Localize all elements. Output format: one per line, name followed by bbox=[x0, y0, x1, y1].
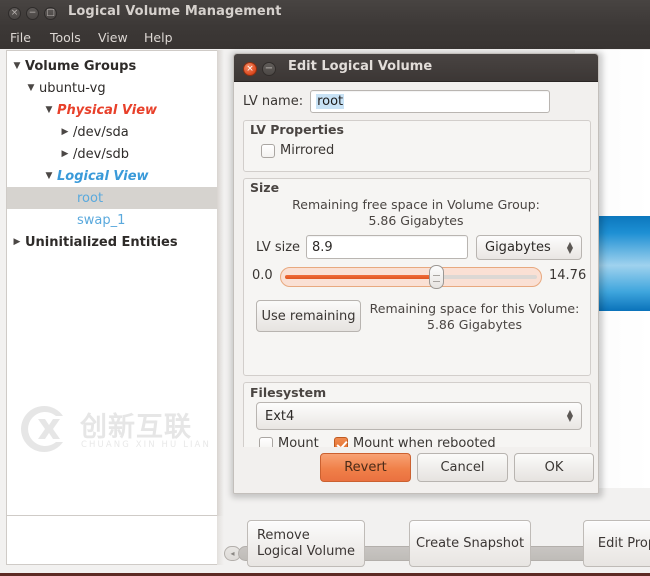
main-window-titlebar: × − □ Logical Volume Management bbox=[0, 0, 650, 28]
revert-label: Revert bbox=[344, 460, 387, 475]
filesystem-type-select[interactable]: Ext4 ▲ ▼ bbox=[256, 402, 582, 430]
volume-usage-bar bbox=[599, 216, 650, 311]
tree-panel-lower-edge bbox=[217, 516, 224, 565]
mirrored-checkbox-row[interactable]: Mirrored bbox=[261, 143, 334, 158]
mirrored-checkbox[interactable] bbox=[261, 143, 275, 158]
lv-size-value: 8.9 bbox=[312, 239, 333, 255]
chevron-right-icon[interactable]: ▶ bbox=[11, 237, 23, 247]
mirrored-label: Mirrored bbox=[280, 143, 335, 158]
action-button-create-snapshot[interactable]: Create Snapshot bbox=[409, 520, 531, 567]
action-button-edit-prop[interactable]: Edit Prop bbox=[583, 520, 650, 567]
window-maximize-button[interactable]: □ bbox=[44, 7, 57, 20]
tree-item-label: Logical View bbox=[57, 168, 149, 184]
lv-size-input[interactable]: 8.9 bbox=[306, 235, 468, 259]
slider-handle[interactable] bbox=[429, 265, 444, 289]
ok-button[interactable]: OK bbox=[514, 453, 594, 482]
slider-max-label: 14.76 bbox=[549, 268, 587, 283]
chevron-right-icon[interactable]: ▶ bbox=[59, 127, 71, 137]
tree-item-label: Volume Groups bbox=[25, 58, 137, 74]
size-title: Size bbox=[250, 180, 280, 195]
menu-item-view[interactable]: View bbox=[96, 30, 130, 45]
tree-item-uninitialized-entities[interactable]: ▶ Uninitialized Entities bbox=[7, 231, 217, 253]
tree-item-label: swap_1 bbox=[77, 212, 126, 228]
chevron-down-icon[interactable]: ▼ bbox=[43, 105, 55, 115]
action-button-label: Edit Prop bbox=[597, 535, 650, 551]
volume-tree-panel[interactable]: ▼ Volume Groups ▼ ubuntu-vg ▼ Physical View ▶ /… bbox=[6, 50, 217, 516]
dialog-title: Edit Logical Volume bbox=[288, 59, 433, 74]
action-button-remove-logical-volume[interactable]: Remove Logical Volume bbox=[247, 520, 365, 567]
action-button-label: Remove Logical Volume bbox=[256, 527, 356, 559]
remaining-vg-line1: Remaining free space in Volume Group: bbox=[292, 197, 540, 212]
dialog-footer: Revert Cancel OK bbox=[234, 447, 598, 493]
tree-item-label: /dev/sdb bbox=[73, 146, 129, 162]
menu-item-file[interactable]: File bbox=[8, 30, 33, 45]
filesystem-spinner-arrows-icon[interactable]: ▲ ▼ bbox=[567, 409, 573, 423]
slider-min-label: 0.0 bbox=[252, 268, 273, 283]
lv-name-row: LV name: root bbox=[243, 90, 551, 113]
chevron-down-icon[interactable]: ▼ bbox=[43, 171, 55, 181]
tree-item-ubuntu-vg[interactable]: ▼ ubuntu-vg bbox=[7, 77, 217, 99]
edit-logical-volume-dialog: × − Edit Logical Volume LV name: root LV… bbox=[233, 53, 599, 494]
screen: × − □ Logical Volume Management File Too… bbox=[0, 0, 650, 576]
tree-item-dev-sda[interactable]: ▶/dev/sda bbox=[7, 121, 217, 143]
tree-item-root[interactable]: root bbox=[7, 187, 217, 209]
menu-bar: File Tools View Help bbox=[0, 27, 650, 49]
tree-item-label: root bbox=[77, 190, 104, 206]
tree-panel-edge bbox=[217, 50, 224, 516]
size-unit-value: Gigabytes bbox=[485, 240, 551, 255]
action-button-label: Create Snapshot bbox=[415, 535, 525, 551]
revert-button[interactable]: Revert bbox=[320, 453, 411, 482]
dialog-titlebar: × − Edit Logical Volume bbox=[234, 54, 598, 82]
chevron-right-icon[interactable]: ▶ bbox=[59, 149, 71, 159]
ok-label: OK bbox=[544, 460, 564, 475]
window-close-button[interactable]: × bbox=[8, 7, 21, 20]
tree-item-label: /dev/sda bbox=[73, 124, 129, 140]
spinner-arrows-icon[interactable]: ▲ ▼ bbox=[567, 240, 573, 254]
filesystem-title: Filesystem bbox=[250, 385, 327, 400]
chevron-down-icon[interactable]: ▼ bbox=[11, 61, 23, 71]
size-unit-spinner[interactable]: Gigabytes ▲ ▼ bbox=[476, 235, 582, 260]
lv-name-input[interactable]: root bbox=[310, 90, 551, 113]
lv-size-slider[interactable] bbox=[280, 265, 542, 289]
lv-properties-title: LV Properties bbox=[250, 122, 344, 137]
remaining-vol-line1: Remaining space for this Volume: bbox=[369, 301, 580, 316]
tree-item-physical-view[interactable]: ▼ Physical View bbox=[7, 99, 217, 121]
use-remaining-label: Use remaining bbox=[261, 308, 356, 324]
remaining-vg-line2: 5.86 Gigabytes bbox=[368, 213, 464, 228]
cancel-label: Cancel bbox=[440, 460, 485, 475]
tree-item-volume-groups[interactable]: ▼ Volume Groups bbox=[7, 55, 217, 77]
main-window-title: Logical Volume Management bbox=[68, 4, 282, 19]
tree-item-dev-sdb[interactable]: ▶/dev/sdb bbox=[7, 143, 217, 165]
tree-item-label: Uninitialized Entities bbox=[25, 234, 178, 250]
use-remaining-button[interactable]: Use remaining bbox=[256, 300, 361, 332]
remaining-vol-line2: 5.86 Gigabytes bbox=[427, 317, 522, 332]
tree-item-logical-view[interactable]: ▼ Logical View bbox=[7, 165, 217, 187]
dialog-minimize-button[interactable]: − bbox=[262, 62, 276, 76]
dialog-close-button[interactable]: × bbox=[243, 62, 257, 76]
chevron-down-icon[interactable]: ▼ bbox=[25, 83, 37, 93]
cancel-button[interactable]: Cancel bbox=[417, 453, 508, 482]
menu-item-tools[interactable]: Tools bbox=[48, 30, 83, 45]
slider-fill bbox=[285, 275, 436, 279]
filesystem-type-value: Ext4 bbox=[265, 408, 295, 424]
tree-item-swap-1[interactable]: swap_1 bbox=[7, 209, 217, 231]
tree-panel-lower bbox=[6, 516, 217, 565]
menu-item-help[interactable]: Help bbox=[142, 30, 175, 45]
tree-item-label: Physical View bbox=[57, 102, 158, 118]
lv-name-value: root bbox=[316, 94, 345, 109]
tree-item-label: ubuntu-vg bbox=[39, 80, 106, 96]
window-minimize-button[interactable]: − bbox=[26, 7, 39, 20]
lv-name-label: LV name: bbox=[243, 94, 304, 109]
lv-size-label: LV size bbox=[256, 240, 301, 255]
